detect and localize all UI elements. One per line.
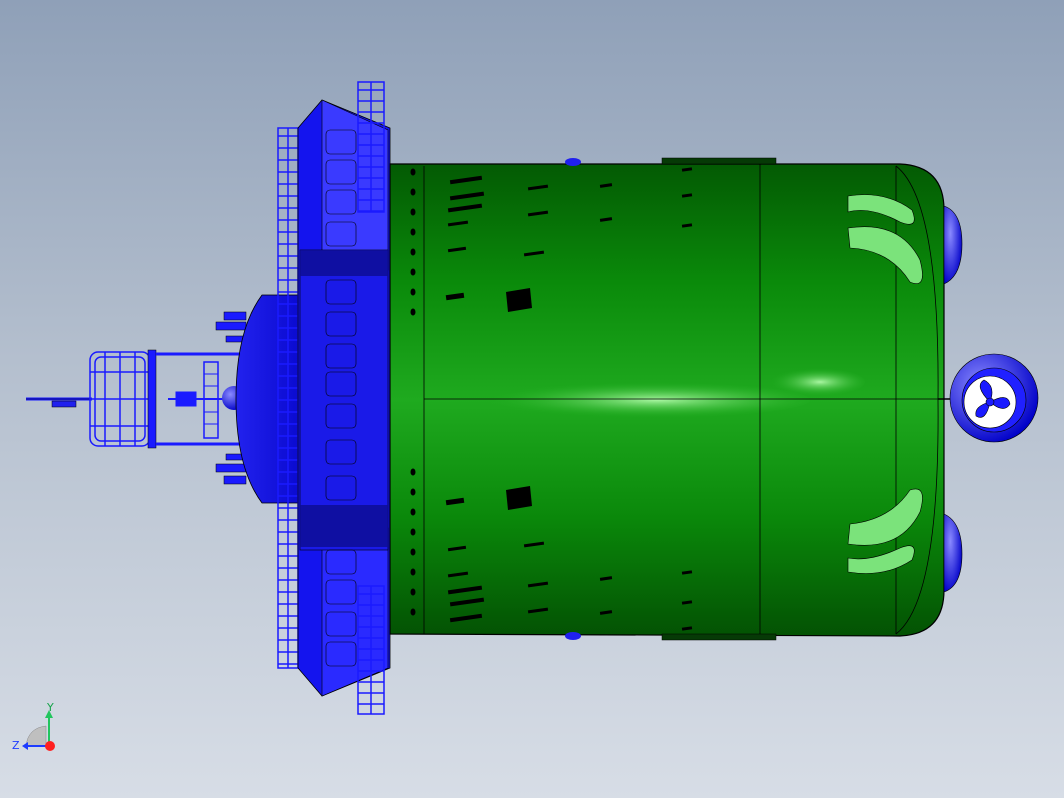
hull-rivet [410, 268, 416, 276]
triad-y-label: Y [46, 701, 54, 714]
nozzle-group-bottom [215, 453, 247, 485]
hull-rivet [410, 488, 416, 496]
antenna-mast [26, 397, 92, 408]
hull-rivet [410, 608, 416, 616]
hull-rivet [410, 568, 416, 576]
model-3d-view[interactable]: Y Z [0, 0, 1064, 798]
hull-rivet [410, 528, 416, 536]
hull-hatch [506, 288, 532, 312]
hull-rivet [410, 468, 416, 476]
hull-rivet [410, 548, 416, 556]
thruster-lower [943, 513, 963, 593]
hull-rivet [410, 288, 416, 296]
view-orientation-triad: Y Z [12, 701, 55, 752]
propeller-nozzle [938, 353, 1039, 443]
hull-rivet [410, 508, 416, 516]
hull-rivet [410, 588, 416, 596]
nozzle-group-top [215, 311, 247, 343]
hull-rivet [410, 188, 416, 196]
thruster-upper [943, 205, 963, 285]
triad-z-label: Z [12, 739, 20, 752]
hull-rivet [410, 168, 416, 176]
hull-hatch [506, 486, 532, 510]
hull-rivet [410, 208, 416, 216]
railing-platform [89, 349, 157, 449]
hull-rivet [410, 228, 416, 236]
hull-rivet [410, 248, 416, 256]
hull-rivet [410, 308, 416, 316]
graphics-viewport[interactable]: Y Z [0, 0, 1064, 798]
